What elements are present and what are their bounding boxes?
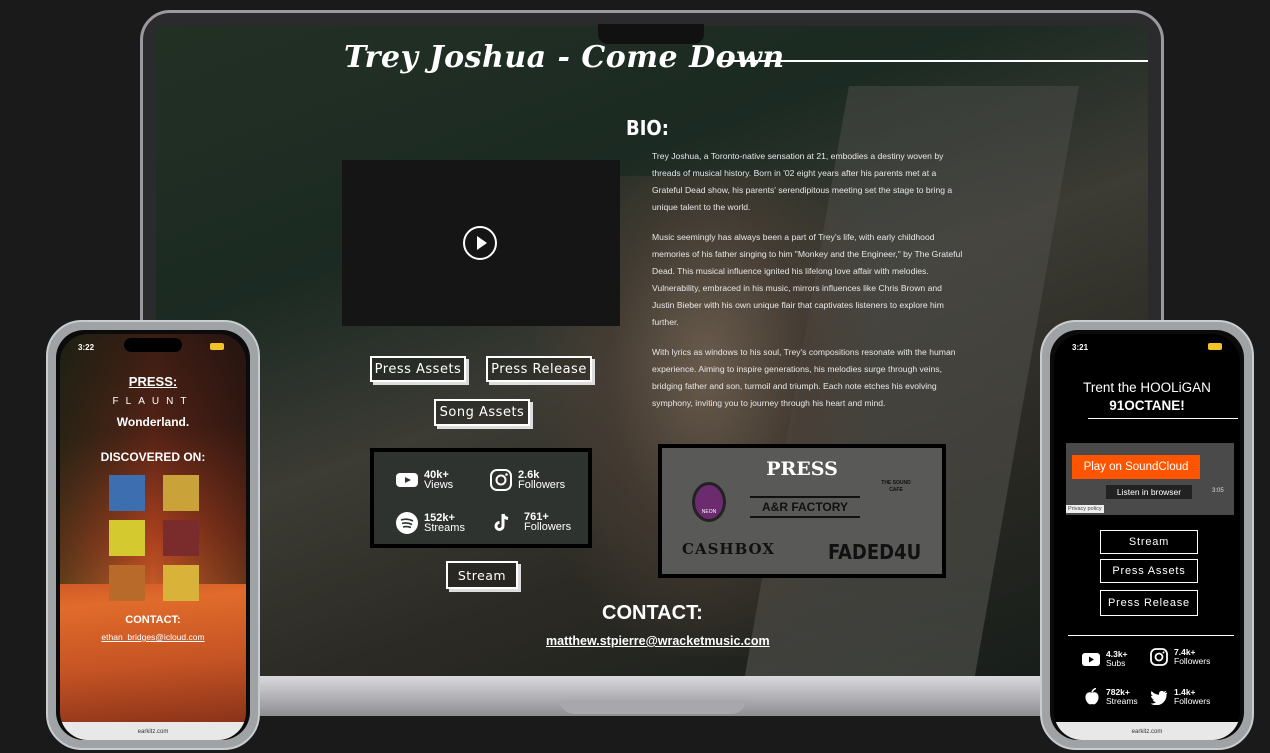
stat-instagram: 2.6k Followers: [490, 469, 565, 491]
apple-icon: [1085, 688, 1099, 705]
press-heading: PRESS: [766, 458, 838, 480]
status-time: 3:21: [1072, 343, 1089, 352]
contact-heading: CONTACT:: [125, 614, 181, 626]
faded4u-logo: FADED4U: [828, 540, 922, 564]
discovered-heading: DISCOVERED ON:: [100, 450, 206, 464]
bio-heading: BIO:: [626, 116, 669, 140]
page-title: Trey Joshua - Come Down: [344, 40, 785, 75]
stat-label: Followers: [524, 521, 572, 533]
bio-paragraph: Music seemingly has always been a part o…: [652, 232, 963, 327]
tiktok-icon: [494, 513, 509, 531]
play-soundcloud-button[interactable]: Play on SoundCloud: [1072, 455, 1200, 479]
bio-paragraph: With lyrics as windows to his soul, Trey…: [652, 347, 956, 408]
url-text: earkitz.com: [137, 729, 169, 735]
neon-logo-text: NEON: [701, 509, 717, 515]
url-bar[interactable]: earkitz.com: [1054, 722, 1240, 740]
bio-text: Trey Joshua, a Toronto-native sensation …: [652, 148, 964, 425]
phone-left-screen: 3:22 PRESS: FLAUNT Wonderland. DISCOVERE…: [60, 334, 246, 740]
twitter-icon: [1150, 690, 1168, 705]
playlist-cover[interactable]: [163, 475, 199, 511]
stream-button[interactable]: Stream: [1100, 530, 1198, 554]
stat-label: Streams: [1106, 696, 1138, 706]
url-text: earkitz.com: [1131, 729, 1163, 735]
url-bar[interactable]: earkitz.com: [60, 722, 246, 740]
phone-right: 3:21 Trent the HOOLiGAN 91OCTANE! Play o…: [1040, 320, 1254, 750]
phone-right-screen: 3:21 Trent the HOOLiGAN 91OCTANE! Play o…: [1054, 334, 1240, 740]
ar-factory-logo: A&R FACTORY: [750, 496, 860, 518]
bio-paragraph: Trey Joshua, a Toronto-native sensation …: [652, 151, 953, 212]
playlist-cover[interactable]: [163, 520, 199, 556]
flaunt-logo: FLAUNT: [112, 396, 194, 407]
artist-title: Trent the HOOLiGAN: [1083, 380, 1211, 395]
dynamic-island: [1118, 338, 1176, 352]
stat-spotify: 152k+ Streams: [396, 512, 465, 534]
press-box: PRESS NEON A&R FACTORY THE SOUND CAFE CA…: [658, 444, 946, 578]
press-assets-button[interactable]: Press Assets: [1100, 559, 1198, 583]
battery-icon: [210, 343, 224, 350]
press-heading: PRESS:: [128, 374, 178, 389]
playlist-cover[interactable]: [163, 565, 199, 601]
artist-title-line2: 91OCTANE!: [1109, 398, 1185, 413]
status-time: 3:22: [78, 343, 95, 352]
stream-button[interactable]: Stream: [446, 561, 518, 589]
title-divider: [1088, 418, 1238, 419]
play-icon[interactable]: [463, 226, 497, 260]
sound-cafe-logo: THE SOUND CAFE: [881, 480, 911, 493]
stat-label: Followers: [1174, 696, 1211, 706]
battery-icon: [1208, 343, 1222, 350]
spotify-icon: [396, 512, 418, 534]
listen-browser-link[interactable]: Listen in browser: [1106, 485, 1192, 499]
stat-twitter: 1.4k+ Followers: [1150, 688, 1210, 706]
stat-youtube: 40k+ Views: [396, 470, 454, 491]
wonderland-logo: Wonderland.: [116, 415, 190, 429]
contact-heading: CONTACT:: [602, 602, 703, 624]
privacy-policy-link[interactable]: Privacy policy: [1066, 505, 1104, 513]
stats-box: 40k+ Views 2.6k Followers 152k+ Streams 761…: [370, 448, 592, 548]
stat-label: Followers: [1174, 656, 1211, 666]
stat-instagram: 7.4k+ Followers: [1150, 648, 1210, 666]
youtube-icon: [396, 473, 418, 487]
soundcloud-embed[interactable]: Play on SoundCloud Listen in browser 3:0…: [1066, 443, 1234, 515]
laptop-base-lip: [560, 700, 746, 714]
instagram-icon: [490, 469, 512, 491]
divider: [1068, 635, 1234, 636]
press-assets-button[interactable]: Press Assets: [370, 356, 466, 382]
press-release-button[interactable]: Press Release: [1100, 590, 1198, 616]
dynamic-island: [124, 338, 182, 352]
phone-left: 3:22 PRESS: FLAUNT Wonderland. DISCOVERE…: [46, 320, 260, 750]
instagram-icon: [1150, 648, 1168, 666]
stat-youtube: 4.3k+ Subs: [1082, 650, 1128, 668]
playlist-cover[interactable]: [109, 475, 145, 511]
title-divider: [718, 60, 1148, 62]
playlist-cover[interactable]: [109, 565, 145, 601]
song-assets-button[interactable]: Song Assets: [434, 399, 530, 426]
neon-logo: NEON: [692, 482, 726, 522]
playlist-cover[interactable]: [109, 520, 145, 556]
stat-label: Streams: [424, 522, 465, 534]
stat-tiktok: 761+ Followers: [494, 512, 572, 533]
track-duration: 3:05: [1212, 488, 1224, 494]
press-release-button[interactable]: Press Release: [486, 356, 592, 382]
stat-apple: 782k+ Streams: [1084, 688, 1138, 706]
stat-label: Views: [424, 479, 454, 491]
youtube-icon: [1082, 652, 1100, 666]
contact-email-link[interactable]: matthew.stpierre@wracketmusic.com: [546, 634, 770, 648]
stat-label: Followers: [518, 479, 566, 491]
cashbox-logo: CASHBOX: [682, 540, 775, 558]
stat-label: Subs: [1106, 658, 1126, 668]
contact-email-link[interactable]: ethan_bridges@icloud.com: [60, 632, 246, 642]
